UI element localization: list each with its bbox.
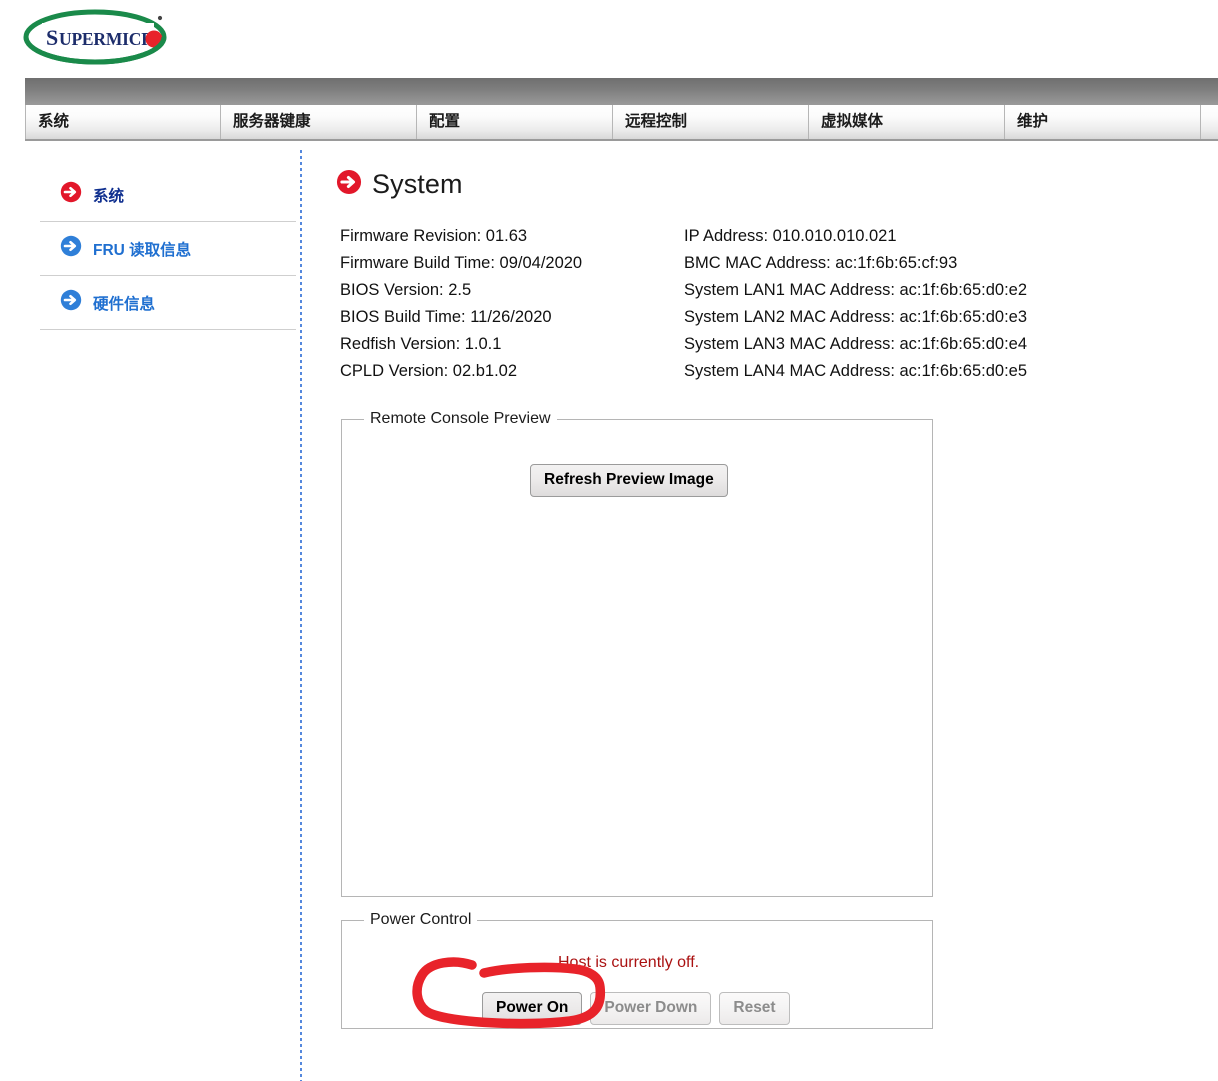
info-lan3-mac: System LAN3 MAC Address: ac:1f:6b:65:d0:… [684, 335, 1028, 353]
refresh-preview-image-button[interactable]: Refresh Preview Image [530, 464, 728, 497]
sidebar-content-divider [300, 150, 302, 1081]
system-info-left-column: Firmware Revision: 01.63 Firmware Build … [340, 223, 582, 385]
remote-console-preview-panel: Remote Console Preview Refresh Preview I… [341, 410, 933, 897]
nav-divider [1200, 105, 1201, 139]
main-content: System Firmware Revision: 01.63 Firmware… [336, 165, 1196, 380]
main-navigation: 系统 服务器键康 配置 远程控制 虚拟媒体 维护 [25, 105, 1218, 141]
sidebar-item-fru-reading[interactable]: FRU 读取信息 [40, 222, 296, 276]
arrow-right-circle-red-icon [336, 169, 362, 200]
host-power-status-text: Host is currently off. [558, 954, 700, 971]
system-info-right-column: IP Address: 010.010.010.021 BMC MAC Addr… [684, 223, 1027, 385]
sidebar-item-label: 硬件信息 [93, 295, 156, 313]
nav-tab-remote-control[interactable]: 远程控制 [612, 105, 808, 139]
supermicro-ipmi-page: S UPERMICR 系统 服务器键康 配置 远程控制 虚拟媒体 维护 系统 F… [0, 0, 1218, 1081]
sidebar-item-hardware-info[interactable]: 硬件信息 [40, 276, 296, 330]
sidebar-item-label: 系统 [93, 187, 125, 205]
info-bmc-mac-address: BMC MAC Address: ac:1f:6b:65:cf:93 [684, 254, 958, 272]
svg-text:UPERMICR: UPERMICR [59, 29, 154, 49]
sidebar-item-system[interactable]: 系统 [40, 168, 296, 222]
power-down-button: Power Down [590, 992, 712, 1025]
nav-tab-server-health[interactable]: 服务器键康 [220, 105, 416, 139]
nav-tab-configuration[interactable]: 配置 [416, 105, 612, 139]
info-firmware-revision: Firmware Revision: 01.63 [340, 227, 528, 245]
info-lan4-mac: System LAN4 MAC Address: ac:1f:6b:65:d0:… [684, 362, 1028, 380]
power-control-legend: Power Control [370, 911, 472, 928]
sidebar-item-label: FRU 读取信息 [93, 241, 192, 259]
power-control-buttons: Power On Power Down Reset [482, 992, 790, 1025]
info-cpld-version: CPLD Version: 02.b1.02 [340, 362, 518, 380]
info-bios-build-time: BIOS Build Time: 11/26/2020 [340, 308, 552, 326]
page-title: System [372, 168, 463, 199]
top-grey-bar [25, 78, 1218, 105]
nav-tab-system[interactable]: 系统 [25, 105, 220, 139]
remote-console-preview-legend: Remote Console Preview [370, 410, 551, 427]
arrow-right-circle-red-icon [60, 181, 82, 208]
reset-button: Reset [719, 992, 790, 1025]
info-lan2-mac: System LAN2 MAC Address: ac:1f:6b:65:d0:… [684, 308, 1028, 326]
nav-tab-maintenance[interactable]: 维护 [1004, 105, 1200, 139]
arrow-right-circle-blue-icon [60, 289, 82, 316]
nav-tab-virtual-media[interactable]: 虚拟媒体 [808, 105, 1004, 139]
sidebar: 系统 FRU 读取信息 硬件信息 [40, 168, 296, 330]
info-firmware-build-time: Firmware Build Time: 09/04/2020 [340, 254, 583, 272]
supermicro-logo: S UPERMICR [20, 6, 172, 70]
power-control-panel: Power Control Host is currently off. Pow… [341, 911, 933, 1029]
power-on-button[interactable]: Power On [482, 992, 583, 1025]
arrow-right-circle-blue-icon [60, 235, 82, 262]
info-lan1-mac: System LAN1 MAC Address: ac:1f:6b:65:d0:… [684, 281, 1028, 299]
svg-text:S: S [46, 25, 58, 50]
info-bios-version: BIOS Version: 2.5 [340, 281, 472, 299]
info-ip-address: IP Address: 010.010.010.021 [684, 227, 897, 245]
info-redfish-version: Redfish Version: 1.0.1 [340, 335, 502, 353]
system-info-grid: Firmware Revision: 01.63 Firmware Build … [336, 223, 1196, 380]
logo-graphic: S UPERMICR [23, 9, 167, 65]
page-title-row: System [336, 165, 1196, 203]
